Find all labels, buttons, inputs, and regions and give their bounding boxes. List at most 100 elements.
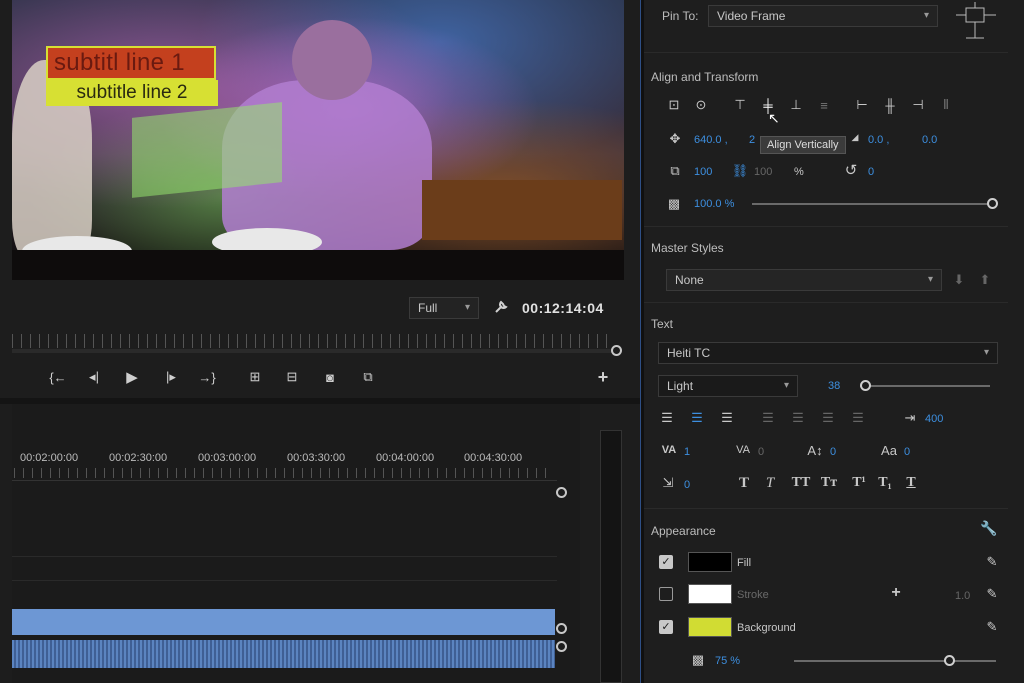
faux-bold-button[interactable]: T — [736, 474, 752, 492]
stroke-checkbox[interactable] — [659, 587, 673, 601]
align-v-center-frame-icon[interactable]: ⊙ — [691, 97, 711, 113]
play-icon[interactable]: ▶ — [121, 368, 143, 386]
opacity-slider-knob[interactable] — [987, 198, 998, 209]
align-center-icon[interactable]: ╫ — [880, 97, 900, 113]
tracking-value[interactable]: 0 — [758, 446, 764, 458]
stroke-label: Stroke — [737, 589, 769, 601]
scale-value[interactable]: 100 — [694, 166, 712, 178]
video-clip[interactable] — [12, 609, 555, 635]
font-size-slider-knob[interactable] — [860, 380, 871, 391]
font-size-value[interactable]: 38 — [828, 380, 840, 392]
step-back-icon[interactable]: ◂| — [83, 368, 105, 386]
appearance-wrench-icon[interactable]: 🔧 — [980, 519, 998, 537]
camera-icon[interactable]: ◙ — [319, 368, 341, 386]
monitor-time-ruler[interactable] — [12, 334, 612, 348]
push-up-icon[interactable]: ⬆ — [978, 272, 992, 288]
audio-clip[interactable] — [12, 640, 555, 668]
video-frame[interactable] — [12, 0, 624, 280]
push-down-icon[interactable]: ⬇ — [952, 272, 966, 288]
link-icon[interactable]: ⛓ — [732, 163, 749, 179]
green-screen — [132, 102, 282, 198]
master-styles-dropdown[interactable]: None ▾ — [666, 269, 942, 291]
fill-label: Fill — [737, 557, 752, 569]
monitor-scrubber-track[interactable] — [12, 349, 612, 353]
tab-width-value[interactable]: 0 — [684, 479, 690, 491]
justify-all-icon[interactable]: ☰ — [849, 410, 867, 426]
timeline-vscroll-top[interactable] — [556, 487, 567, 498]
align-bottom-icon[interactable]: ⊥ — [786, 97, 806, 113]
justify-last-left-icon[interactable]: ☰ — [759, 410, 777, 426]
align-h-center-frame-icon[interactable]: ⊡ — [664, 97, 684, 113]
rotation-value[interactable]: 0 — [868, 166, 874, 178]
subtitle-box-1[interactable]: subtitl line 1 — [46, 46, 216, 84]
fill-color-swatch[interactable] — [688, 552, 732, 572]
background-label: Background — [737, 622, 796, 634]
font-size-slider[interactable] — [860, 385, 990, 387]
align-text-left-icon[interactable]: ☰ — [658, 410, 676, 426]
font-dropdown[interactable]: Heiti TC ▾ — [658, 342, 998, 364]
section-separator — [644, 302, 1008, 303]
add-button-icon[interactable]: + — [592, 367, 614, 387]
audio-track-handle[interactable] — [556, 641, 567, 652]
fill-eyedropper-icon[interactable]: ✎ — [984, 553, 1000, 571]
insert-icon[interactable]: ⊞ — [244, 368, 266, 386]
all-caps-button[interactable]: TT — [790, 474, 812, 492]
justify-last-right-icon[interactable]: ☰ — [819, 410, 837, 426]
subscript-button[interactable]: T₁ — [876, 474, 894, 492]
distribute-horizontal-icon[interactable]: ⦀ — [936, 97, 956, 113]
resolution-dropdown[interactable]: Full ▾ — [409, 297, 479, 319]
align-text-right-icon[interactable]: ☰ — [718, 410, 736, 426]
anchor-x-value[interactable]: 0.0 , — [868, 134, 889, 146]
background-eyedropper-icon[interactable]: ✎ — [984, 618, 1000, 636]
superscript-button[interactable]: T¹ — [850, 474, 868, 492]
tracking-icon: VA — [736, 444, 750, 456]
mark-in-icon[interactable]: {← — [47, 368, 69, 386]
background-opacity-value[interactable]: 75 % — [715, 655, 740, 667]
anchor-y-value[interactable]: 0.0 — [922, 134, 937, 146]
overwrite-icon[interactable]: ⊟ — [281, 368, 303, 386]
small-caps-button[interactable]: Tт — [818, 474, 840, 492]
position-x-value[interactable]: 640.0 , — [694, 134, 728, 146]
kerning-value[interactable]: 1 — [684, 446, 690, 458]
align-top-icon[interactable]: ⊤ — [730, 97, 750, 113]
add-stroke-icon[interactable]: + — [888, 584, 904, 602]
background-checkbox[interactable]: ✓ — [659, 620, 673, 634]
wrench-icon[interactable] — [492, 298, 510, 316]
font-style-dropdown[interactable]: Light ▾ — [658, 375, 798, 397]
position-y-value[interactable]: 2 — [749, 134, 755, 146]
underline-button[interactable]: T — [902, 474, 920, 492]
resolution-value: Full — [418, 301, 438, 315]
rotation-icon: ↺ — [844, 162, 858, 179]
opacity-value[interactable]: 100.0 % — [694, 198, 734, 210]
stroke-color-swatch[interactable] — [688, 584, 732, 604]
align-right-icon[interactable]: ⊣ — [908, 97, 928, 113]
step-forward-icon[interactable]: |▸ — [160, 368, 182, 386]
tsume-value[interactable]: 0 — [904, 446, 910, 458]
timeline-ruler[interactable] — [14, 468, 554, 478]
stroke-eyedropper-icon[interactable]: ✎ — [984, 585, 1000, 603]
justify-last-center-icon[interactable]: ☰ — [789, 410, 807, 426]
comparison-view-icon[interactable]: ⧉ — [357, 368, 379, 386]
distribute-vertical-icon[interactable]: ≡ — [814, 97, 834, 113]
align-text-center-icon[interactable]: ☰ — [688, 410, 706, 426]
leading-value[interactable]: 400 — [925, 413, 943, 425]
playhead-timecode[interactable]: 00:12:14:04 — [522, 300, 604, 316]
background-opacity-slider[interactable] — [794, 660, 996, 662]
track-handle[interactable] — [556, 623, 567, 634]
align-left-icon[interactable]: ⊢ — [852, 97, 872, 113]
pin-to-dropdown[interactable]: Video Frame ▾ — [708, 5, 938, 27]
background-color-swatch[interactable] — [688, 617, 732, 637]
baseline-value[interactable]: 0 — [830, 446, 836, 458]
ruler-label: 00:03:00:00 — [198, 452, 257, 464]
fill-checkbox[interactable]: ✓ — [659, 555, 673, 569]
scale-linked-value[interactable]: 100 — [754, 166, 772, 178]
font-value: Heiti TC — [667, 346, 711, 360]
pin-frame-icon[interactable] — [954, 2, 998, 42]
opacity-slider[interactable] — [752, 203, 992, 205]
subtitle-line-2[interactable]: subtitle line 2 — [46, 80, 218, 106]
faux-italic-button[interactable]: T — [762, 474, 778, 492]
go-to-out-icon[interactable]: →} — [196, 368, 218, 386]
monitor-scroll-handle[interactable] — [611, 345, 622, 356]
stroke-width-value[interactable]: 1.0 — [955, 590, 970, 602]
background-opacity-knob[interactable] — [944, 655, 955, 666]
